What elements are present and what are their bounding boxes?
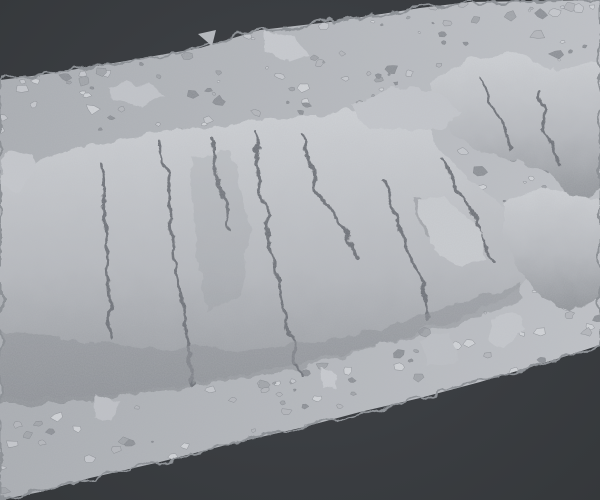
gravel-stone: [595, 426, 600, 430]
gravel-stone: [304, 462, 316, 470]
gravel-stone: [332, 432, 346, 441]
gravel-stone: [582, 465, 594, 473]
gravel-stone: [342, 427, 355, 437]
gravel-stone: [498, 454, 508, 462]
gravel-stone: [581, 451, 590, 458]
gravel-stone: [477, 492, 483, 496]
gravel-stone: [538, 410, 547, 416]
gravel-stone: [485, 401, 495, 411]
gravel-stone: [363, 9, 371, 15]
gravel-stone: [356, 468, 369, 477]
gravel-stone: [401, 440, 414, 451]
gravel-stone: [66, 22, 75, 27]
gravel-stone: [193, 5, 198, 9]
gravel-stone: [499, 413, 506, 420]
gravel-stone: [447, 483, 459, 492]
gravel-stone: [545, 437, 555, 445]
gravel-stone: [554, 495, 562, 500]
gravel-stone: [501, 460, 512, 472]
gravel-stone: [504, 456, 517, 464]
gravel-stone: [28, 14, 34, 18]
gravel-stone: [293, 471, 302, 477]
gravel-stone: [4, 34, 14, 42]
gravel-stone: [95, 484, 106, 491]
gravel-stone: [257, 493, 261, 497]
gravel-stone: [522, 377, 532, 386]
gravel-stone: [485, 457, 498, 465]
gravel-stone: [425, 425, 436, 434]
rock-scan-render: [0, 0, 600, 500]
gravel-stone: [504, 408, 509, 413]
gravel-stone: [580, 383, 591, 395]
gravel-stone: [80, 39, 92, 47]
gravel-stone: [487, 486, 502, 495]
gravel-stone: [175, 12, 181, 17]
gravel-stone: [587, 350, 592, 355]
gravel-stone: [36, 29, 42, 34]
3d-viewport[interactable]: [0, 0, 600, 500]
gravel-stone: [286, 484, 298, 493]
gravel-stone: [490, 475, 501, 483]
gravel-stone: [47, 60, 53, 65]
gravel-stone: [232, 11, 245, 22]
gravel-stone: [69, 6, 82, 15]
gravel-stone: [361, 471, 373, 480]
gravel-stone: [409, 490, 426, 500]
gravel-stone: [561, 474, 567, 479]
gravel-stone: [436, 444, 453, 456]
gravel-stone: [419, 413, 436, 425]
gravel-stone: [184, 15, 194, 24]
gravel-stone: [249, 490, 262, 498]
gravel-stone: [54, 7, 68, 15]
gravel-stone: [197, 20, 204, 25]
gravel-stone: [206, 480, 218, 490]
gravel-stone: [336, 478, 348, 487]
gravel-stone: [0, 8, 13, 17]
gravel-stone: [574, 460, 578, 463]
gravel-stone: [556, 429, 564, 435]
gravel-stone: [353, 461, 361, 468]
gravel-stone: [564, 462, 571, 466]
gravel-stone: [549, 378, 554, 381]
gravel-stone: [572, 404, 585, 411]
gravel-stone: [35, 8, 43, 14]
gravel-stone: [512, 431, 520, 437]
gravel-stone: [167, 460, 179, 469]
gravel-stone: [274, 484, 285, 494]
gravel-stone: [132, 24, 141, 30]
gravel-stone: [485, 412, 496, 419]
gravel-stone: [28, 40, 42, 51]
gravel-stone: [201, 0, 207, 5]
gravel-stone: [360, 444, 365, 449]
gravel-stone: [381, 0, 392, 8]
gravel-stone: [548, 470, 557, 479]
gravel-stone: [501, 445, 506, 449]
gravel-stone: [552, 369, 565, 377]
gravel-stone: [471, 473, 486, 483]
gravel-stone: [559, 471, 563, 474]
gravel-stone: [204, 478, 217, 486]
gravel-stone: [527, 448, 533, 453]
gravel-stone: [198, 15, 206, 22]
gravel-stone: [307, 459, 315, 466]
gravel-stone: [484, 485, 498, 496]
gravel-stone: [64, 49, 73, 55]
gravel-stone: [177, 0, 186, 6]
mesh-body: [0, 0, 600, 500]
